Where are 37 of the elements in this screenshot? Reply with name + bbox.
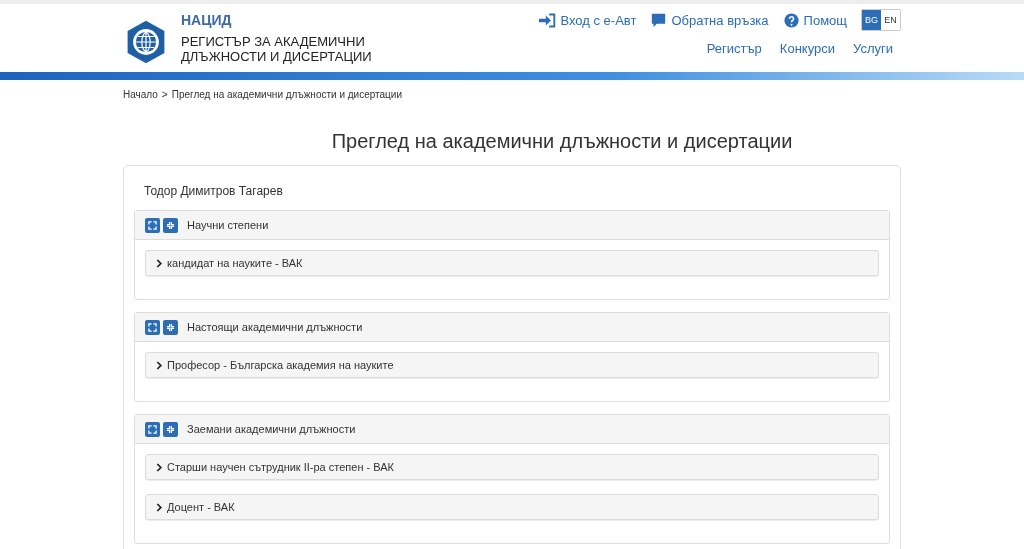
register-title: РЕГИСТЪР ЗА АКАДЕМИЧНИ ДЛЪЖНОСТИ И ДИСЕРТАЦИИ: [181, 34, 372, 64]
page-title: Преглед на академични длъжности и дисертации: [330, 130, 794, 153]
feedback-link[interactable]: Обратна връзка: [650, 12, 769, 28]
expand-icon: [148, 424, 157, 434]
expand-icon: [148, 220, 157, 230]
accordion-item[interactable]: кандидат на науките - ВАК: [145, 250, 879, 276]
accordion-item[interactable]: Професор - Българска академия на науките: [145, 352, 879, 378]
accordion-item[interactable]: Доцент - ВАК: [145, 494, 879, 520]
person-name: Тодор Димитров Тагарев: [143, 183, 284, 200]
login-link[interactable]: Вход с е-Авт: [539, 12, 637, 28]
collapse-all-button[interactable]: [163, 319, 178, 335]
section-title: Заемани академични длъжности: [187, 423, 356, 435]
nav-link[interactable]: Услуги: [853, 41, 893, 56]
language-button[interactable]: EN: [881, 10, 900, 30]
collapse-icon: [166, 322, 175, 332]
language-button[interactable]: BG: [862, 10, 881, 30]
accordion-item[interactable]: Старши научен сътрудник II-ра степен - ВАК: [145, 454, 879, 480]
collapse-icon: [166, 220, 175, 230]
help-icon: [782, 12, 800, 28]
help-link[interactable]: Помощ: [782, 12, 847, 28]
collapse-icon: [166, 424, 175, 434]
breadcrumb-current: Преглед на академични длъжности и дисертации: [171, 89, 402, 100]
nav-link[interactable]: Конкурси: [779, 41, 835, 56]
speech-bubble-icon: [650, 12, 668, 28]
expand-icon: [148, 322, 157, 332]
nav-link[interactable]: Регистър: [706, 41, 762, 56]
section-title: Научни степени: [187, 219, 269, 231]
collapse-all-button[interactable]: [163, 421, 178, 437]
collapse-all-button[interactable]: [163, 217, 178, 233]
breadcrumb-link[interactable]: Начало: [123, 89, 158, 100]
sign-in-icon: [539, 12, 557, 28]
breadcrumb-separator: >: [161, 89, 168, 100]
expand-all-button[interactable]: [145, 319, 160, 335]
expand-all-button[interactable]: [145, 217, 160, 233]
expand-all-button[interactable]: [145, 421, 160, 437]
org-name: НАЦИД: [181, 12, 233, 28]
section-title: Настоящи академични длъжности: [187, 321, 363, 333]
